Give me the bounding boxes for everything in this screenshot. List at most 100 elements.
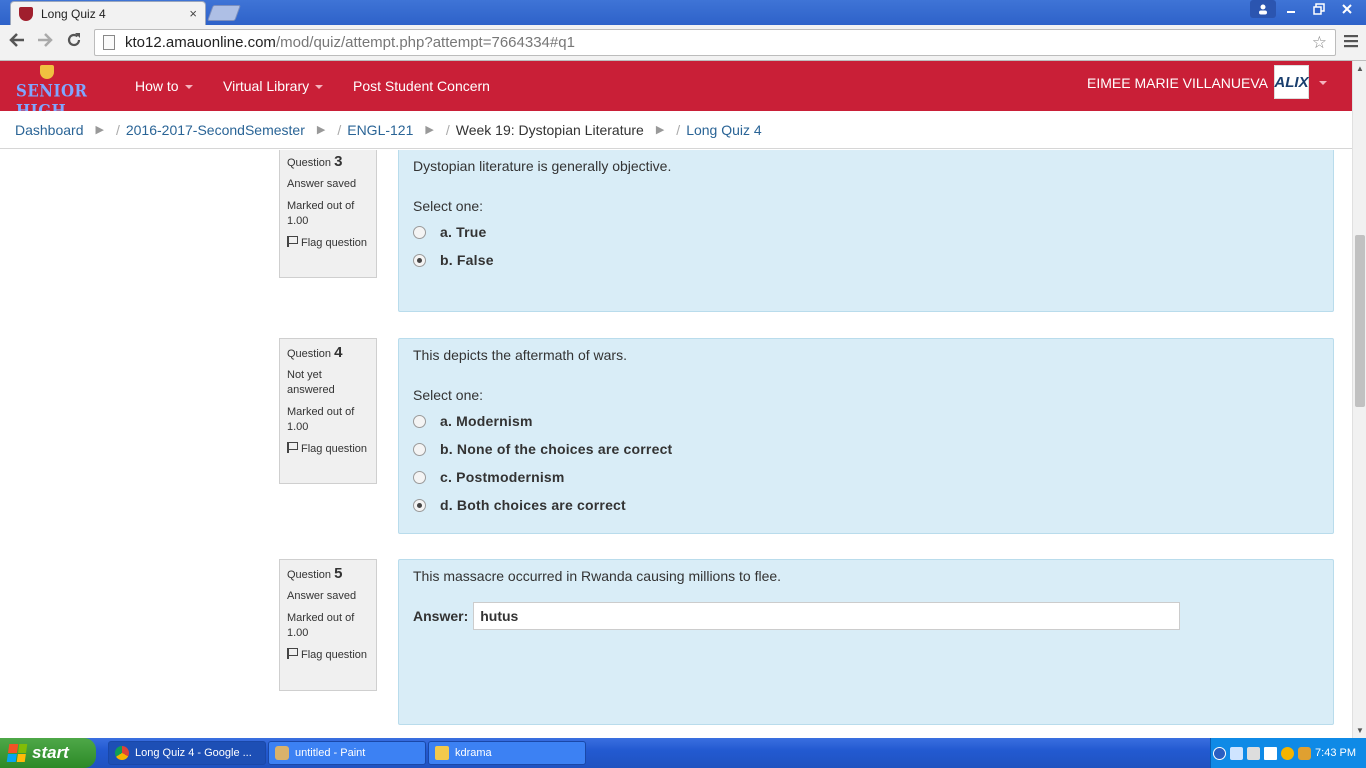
- radio-button[interactable]: [413, 414, 426, 428]
- browser-tab[interactable]: Long Quiz 4 ×: [10, 1, 206, 25]
- clock[interactable]: 7:43 PM: [1315, 747, 1356, 759]
- taskbar-item-folder[interactable]: kdrama: [428, 741, 586, 765]
- question-status: Not yet answered: [287, 369, 335, 396]
- scroll-down-arrow-icon[interactable]: ▼: [1356, 726, 1364, 735]
- start-button[interactable]: start: [0, 738, 96, 768]
- bookmark-star-icon[interactable]: ☆: [1312, 33, 1327, 53]
- flag-question-button[interactable]: Flag question: [287, 442, 369, 457]
- profile-icon[interactable]: [1250, 0, 1276, 18]
- back-arrow-icon[interactable]: [8, 31, 26, 54]
- answer-option[interactable]: a. Modernism: [413, 407, 1319, 435]
- question-marks: Marked out of 1.00: [287, 406, 355, 433]
- breadcrumb-slash: /: [676, 121, 681, 138]
- volume-icon[interactable]: [1247, 746, 1261, 760]
- site-navbar: SENIOR HIGH How to Virtual Library Post …: [0, 61, 1352, 121]
- caret-down-icon: [184, 85, 193, 90]
- user-menu-caret-icon[interactable]: [1319, 81, 1327, 85]
- avatar[interactable]: ALIX: [1274, 65, 1309, 99]
- question-info: Question 4 Not yet answered Marked out o…: [279, 338, 377, 484]
- answer-option[interactable]: a. True: [413, 218, 1319, 246]
- url-path: /mod/quiz/attempt.php?attempt=7664334#q1: [275, 34, 575, 51]
- breadcrumb-slash: /: [337, 121, 342, 138]
- answer-option[interactable]: b. False: [413, 246, 1319, 274]
- restore-icon[interactable]: [1306, 0, 1332, 18]
- flag-question-button[interactable]: Flag question: [287, 648, 369, 663]
- answer-option[interactable]: c. Postmodernism: [413, 463, 1319, 491]
- breadcrumb-slash: /: [445, 121, 450, 138]
- flag-icon: [287, 442, 298, 453]
- tab-close-icon[interactable]: ×: [189, 6, 197, 21]
- forward-arrow-icon[interactable]: [36, 31, 54, 54]
- answer-label: Answer:: [413, 608, 469, 624]
- tab-title: Long Quiz 4: [41, 6, 106, 21]
- shield-tray-icon[interactable]: [1298, 746, 1312, 760]
- tray-expand-icon[interactable]: [1213, 746, 1227, 760]
- app-tray-icon[interactable]: [1281, 746, 1295, 760]
- breadcrumb-course[interactable]: ENGL-121: [347, 122, 413, 138]
- taskbar-item-chrome[interactable]: Long Quiz 4 - Google ...: [108, 741, 266, 765]
- site-logo[interactable]: SENIOR HIGH: [14, 65, 110, 121]
- breadcrumb-separator-icon: ▶: [316, 124, 326, 136]
- answer-option[interactable]: b. None of the choices are correct: [413, 435, 1319, 463]
- network-icon[interactable]: [1230, 746, 1244, 760]
- windows-logo-icon: [6, 744, 28, 762]
- paint-icon: [275, 746, 289, 760]
- question-info: Question 5 Answer saved Marked out of 1.…: [279, 559, 377, 691]
- scrollbar-thumb[interactable]: [1355, 235, 1365, 407]
- breadcrumb-dashboard[interactable]: Dashboard: [15, 122, 84, 138]
- question-text: This massacre occurred in Rwanda causing…: [413, 568, 782, 584]
- browser-titlebar: Long Quiz 4 ×: [0, 0, 1366, 25]
- close-window-icon[interactable]: [1334, 0, 1360, 18]
- breadcrumb-separator-icon: ▶: [95, 124, 104, 136]
- answer-row: Answer:: [413, 602, 1319, 630]
- caret-down-icon: [315, 85, 324, 90]
- breadcrumb-semester[interactable]: 2016-2017-SecondSemester: [126, 122, 305, 138]
- question-info: Question 3 Answer saved Marked out of 1.…: [279, 150, 377, 278]
- page-scrollbar[interactable]: ▲ ▼: [1352, 61, 1366, 738]
- answer-option[interactable]: d. Both choices are correct: [413, 491, 1319, 519]
- flag-icon: [287, 648, 298, 659]
- folder-icon: [435, 746, 449, 760]
- radio-button[interactable]: [413, 498, 426, 512]
- url-host: kto12.amauonline.com: [125, 34, 276, 51]
- answer-input[interactable]: [473, 602, 1181, 630]
- browser-menu-icon[interactable]: [1344, 32, 1358, 53]
- radio-button[interactable]: [413, 225, 426, 239]
- radio-button[interactable]: [413, 253, 426, 267]
- quiz-content: Question 3 Answer saved Marked out of 1.…: [0, 150, 1352, 738]
- question-box: Dystopian literature is generally object…: [398, 150, 1334, 312]
- breadcrumb-quiz[interactable]: Long Quiz 4: [686, 122, 762, 138]
- question-status: Answer saved: [287, 178, 357, 190]
- address-bar[interactable]: kto12.amauonline.com/mod/quiz/attempt.ph…: [94, 29, 1336, 56]
- avatar-text: ALIX: [1274, 73, 1309, 91]
- breadcrumb-separator-icon: ▶: [425, 124, 434, 136]
- new-tab-button[interactable]: [207, 5, 241, 21]
- question-box: This massacre occurred in Rwanda causing…: [398, 559, 1334, 725]
- question-box: This depicts the aftermath of wars. Sele…: [398, 338, 1334, 534]
- nav-post-student-concern[interactable]: Post Student Concern: [353, 78, 490, 94]
- breadcrumb-separator-icon: ▶: [655, 124, 665, 136]
- user-name[interactable]: EIMEE MARIE VILLANUEVA: [1087, 75, 1268, 91]
- site-favicon-icon: [19, 6, 33, 21]
- flag-question-button[interactable]: Flag question: [287, 236, 369, 251]
- start-label: start: [32, 743, 69, 762]
- scroll-up-arrow-icon[interactable]: ▲: [1356, 64, 1364, 73]
- minimize-icon[interactable]: [1278, 0, 1304, 18]
- page-icon: [103, 35, 115, 50]
- system-tray: 7:43 PM: [1210, 738, 1366, 768]
- taskbar-item-paint[interactable]: untitled - Paint: [268, 741, 426, 765]
- question-marks: Marked out of 1.00: [287, 612, 355, 639]
- breadcrumb-slash: /: [115, 121, 120, 138]
- question-label: Question 4: [287, 344, 343, 361]
- reload-icon[interactable]: [65, 31, 83, 54]
- question-number: 3: [334, 153, 343, 170]
- radio-button[interactable]: [413, 470, 426, 484]
- nav-how-to[interactable]: How to: [135, 78, 193, 94]
- nav-how-to-label: How to: [135, 78, 179, 94]
- radio-button[interactable]: [413, 442, 426, 456]
- nav-virtual-library[interactable]: Virtual Library: [223, 78, 324, 94]
- question-marks: Marked out of 1.00: [287, 200, 355, 227]
- select-one-label: Select one:: [413, 198, 484, 214]
- star-tray-icon[interactable]: [1264, 746, 1278, 760]
- nav-post-student-concern-label: Post Student Concern: [353, 78, 490, 94]
